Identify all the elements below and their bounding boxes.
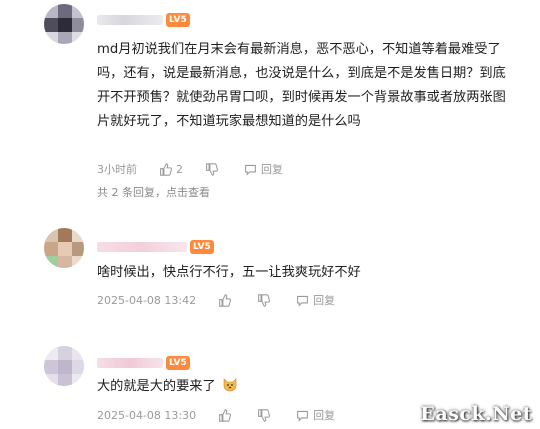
- level-badge: LV5: [166, 356, 190, 370]
- level-badge: LV5: [190, 240, 214, 254]
- thumb-down-icon: [206, 162, 218, 176]
- reply-icon: [297, 295, 309, 307]
- thumb-up-icon: [219, 408, 232, 422]
- dislike-button[interactable]: [257, 293, 274, 307]
- view-replies-link[interactable]: 共 2 条回复，点击查看: [97, 184, 210, 200]
- comment-text: 大的就是大的要来了: [97, 379, 216, 394]
- thumb-down-icon: [258, 293, 271, 307]
- dislike-button[interactable]: [205, 162, 222, 176]
- reply-icon: [245, 164, 256, 176]
- username-redacted[interactable]: [97, 242, 187, 252]
- reply-label: 回复: [313, 294, 336, 307]
- comment-meta: 2025-04-08 13:42 回复: [97, 292, 357, 308]
- dislike-button[interactable]: [257, 408, 274, 422]
- avatar[interactable]: [44, 4, 84, 44]
- reply-button[interactable]: 回复: [244, 161, 283, 177]
- timestamp: 2025-04-08 13:30: [97, 408, 197, 422]
- like-button[interactable]: 2: [159, 163, 183, 176]
- thumb-up-icon: [160, 162, 172, 176]
- thumb-down-icon: [258, 408, 271, 422]
- comment-text-line: 大的就是大的要来了: [97, 375, 238, 399]
- reply-label: 回复: [313, 409, 336, 422]
- dog-emoji-icon: [223, 378, 237, 392]
- comment-text: md月初说我们在月末会有最新消息，恶不恶心，不知道等着最难受了吗，还有，说是最新…: [97, 42, 506, 129]
- username-redacted[interactable]: [97, 15, 163, 25]
- username-redacted[interactable]: [97, 358, 163, 368]
- comment-meta: 3小时前 2 回复: [97, 161, 305, 177]
- thumb-up-icon: [219, 293, 232, 307]
- timestamp: 2025-04-08 13:42: [97, 293, 197, 307]
- like-button[interactable]: [218, 293, 235, 307]
- avatar[interactable]: [44, 228, 84, 268]
- like-count: 2: [176, 162, 183, 176]
- comment-text: 啥时候出，快点行不行，五一让我爽玩好不好: [97, 265, 361, 280]
- reply-button[interactable]: 回复: [296, 407, 335, 423]
- reply-icon: [297, 410, 309, 422]
- reply-label: 回复: [261, 163, 283, 176]
- like-button[interactable]: [218, 408, 235, 422]
- watermark: Easck.Net: [420, 403, 532, 425]
- timestamp: 3小时前: [97, 163, 137, 176]
- comment-meta: 2025-04-08 13:30 回复: [97, 407, 357, 423]
- level-badge: LV5: [166, 13, 190, 27]
- reply-button[interactable]: 回复: [296, 292, 335, 308]
- avatar[interactable]: [44, 346, 84, 386]
